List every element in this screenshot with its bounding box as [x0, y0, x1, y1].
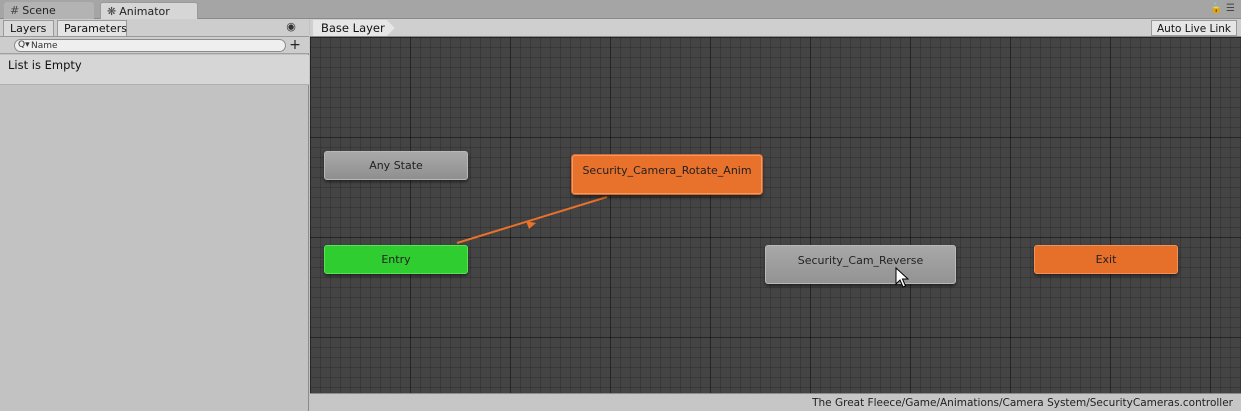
- breadcrumb-base-layer[interactable]: Base Layer: [313, 20, 395, 36]
- tab-scene-label: Scene: [22, 4, 56, 17]
- eye-icon[interactable]: ◉: [284, 21, 298, 33]
- status-bar: The Great Fleece/Game/Animations/Camera …: [310, 393, 1241, 411]
- lock-icon[interactable]: 🔒: [1210, 3, 1222, 14]
- tab-animator[interactable]: ❋ Animator: [100, 2, 198, 19]
- exit-node[interactable]: Exit: [1034, 245, 1178, 274]
- tab-parameters[interactable]: Parameters: [57, 20, 127, 36]
- entry-to-default-transition[interactable]: [456, 196, 608, 244]
- transitions-layer: [456, 196, 608, 244]
- reverse-state-node[interactable]: Security_Cam_Reverse: [765, 245, 956, 284]
- mouse-cursor-icon: [895, 267, 909, 288]
- parameter-list: List is Empty: [0, 55, 309, 85]
- add-parameter-icon[interactable]: +: [288, 38, 302, 53]
- controller-asset-path: The Great Fleece/Game/Animations/Camera …: [812, 397, 1233, 409]
- parameters-panel: Layers Parameters ◉ Name Q▾ + List is Em…: [0, 19, 309, 411]
- tab-scene[interactable]: # Scene: [4, 2, 94, 19]
- any-state-node[interactable]: Any State: [324, 151, 468, 180]
- tab-layers[interactable]: Layers: [3, 20, 54, 36]
- entry-node[interactable]: Entry: [324, 245, 468, 274]
- menu-icon[interactable]: ☰: [1226, 3, 1235, 14]
- tab-animator-label: Animator: [119, 5, 170, 18]
- grid-icon: #: [10, 4, 20, 17]
- transition-arrow-icon: [526, 221, 536, 229]
- window-controls: 🔒 ☰: [1210, 3, 1235, 14]
- window-tab-strip: # Scene ❋ Animator 🔒 ☰: [0, 0, 1241, 19]
- panel-tab-bar: Layers Parameters ◉: [0, 19, 309, 37]
- empty-list-message: List is Empty: [8, 58, 82, 72]
- default-state-node[interactable]: Security_Camera_Rotate_Anim: [572, 155, 762, 194]
- auto-live-link-button[interactable]: Auto Live Link: [1151, 20, 1237, 36]
- search-input[interactable]: Name: [14, 39, 286, 52]
- graph-toolbar: Base Layer Auto Live Link: [310, 19, 1241, 37]
- animator-icon: ❋: [107, 5, 117, 18]
- search-icon: Q▾: [18, 40, 30, 50]
- search-bar: Name Q▾ +: [0, 37, 309, 54]
- animator-graph-canvas[interactable]: Any State Entry Security_Camera_Rotate_A…: [310, 37, 1241, 393]
